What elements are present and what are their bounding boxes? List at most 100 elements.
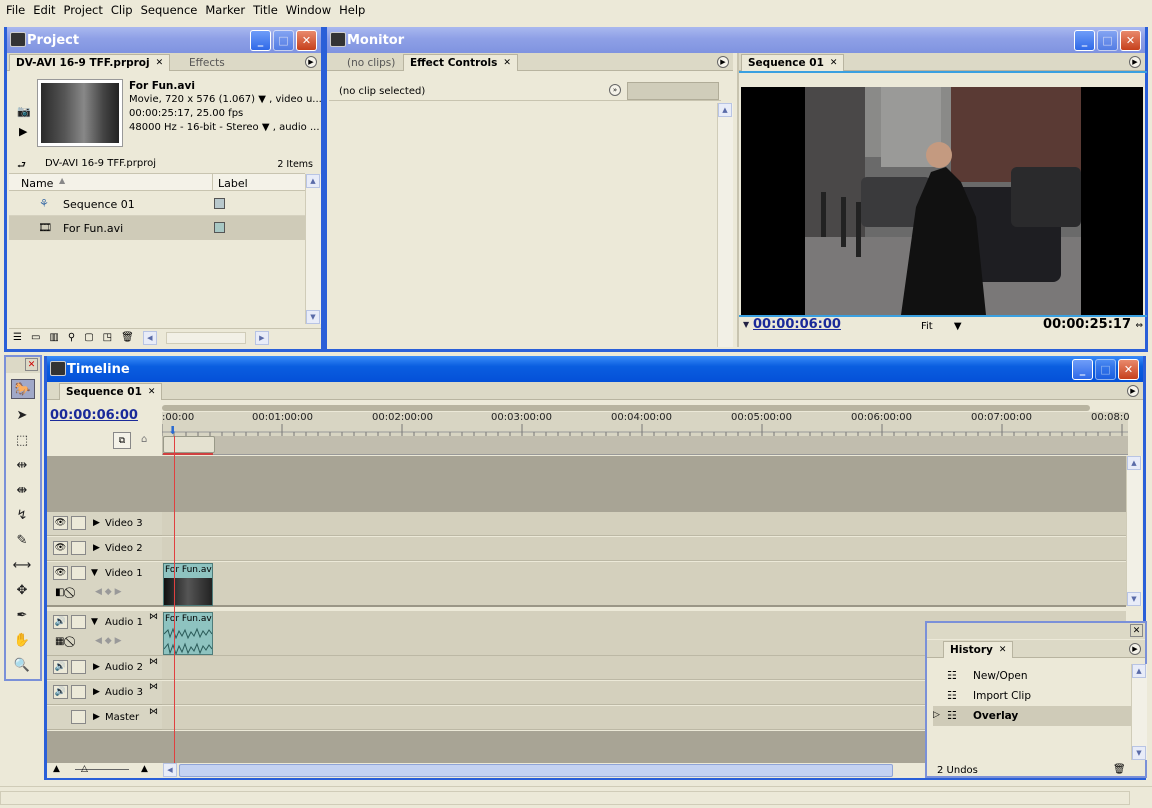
program-timecode[interactable]: 00:00:06:00 xyxy=(753,317,841,332)
zoom-slider-thumb[interactable]: △ xyxy=(81,764,88,774)
expand-icon[interactable]: ▶ xyxy=(93,662,100,672)
close-tab-icon[interactable]: ✕ xyxy=(148,387,156,397)
resize-icon[interactable]: ⇔ xyxy=(1135,321,1143,331)
close-icon[interactable]: ✕ xyxy=(25,358,38,371)
rate-stretch-tool-icon[interactable]: ↯ xyxy=(11,505,33,525)
menu-window[interactable]: Window xyxy=(284,3,337,17)
play-icon[interactable]: ▶ xyxy=(19,125,27,138)
set-marker-icon[interactable]: ⌂ xyxy=(141,434,147,445)
panel-menu-icon[interactable]: ▶ xyxy=(717,56,729,68)
track-row-video3[interactable] xyxy=(162,512,1126,536)
work-area-handle[interactable] xyxy=(163,436,215,453)
playhead-icon[interactable]: ⬇ xyxy=(168,424,177,437)
collapse-icon[interactable]: ▼ xyxy=(91,568,98,578)
list-item[interactable]: 🎞 For Fun.avi xyxy=(9,216,305,240)
display-style-icon[interactable]: ◧ xyxy=(55,587,64,598)
horizontal-scrollbar-thumb[interactable] xyxy=(179,764,893,777)
maximize-button[interactable]: □ xyxy=(273,30,294,51)
menu-marker[interactable]: Marker xyxy=(203,3,251,17)
close-tab-icon[interactable]: ✕ xyxy=(503,58,511,68)
scroll-up-icon[interactable]: ▲ xyxy=(306,174,320,188)
poster-frame-icon[interactable]: 📷 xyxy=(17,105,31,118)
speaker-icon[interactable]: 🔊 xyxy=(53,660,68,674)
scroll-right-icon[interactable]: ▶ xyxy=(254,330,269,345)
menu-clip[interactable]: Clip xyxy=(109,3,139,17)
expand-icon[interactable]: ▶ xyxy=(93,687,100,697)
close-button[interactable]: ✕ xyxy=(1118,359,1139,380)
eye-icon[interactable]: 👁 xyxy=(53,566,68,580)
hand-tool-icon[interactable]: ✋ xyxy=(11,630,33,650)
collapse-icon[interactable]: ▼ xyxy=(91,617,98,627)
lock-box[interactable] xyxy=(71,710,86,724)
keyframe-nav-icon[interactable]: ◀ ◆ ▶ xyxy=(95,636,122,646)
track-select-tool-icon[interactable]: ⬚ xyxy=(11,430,33,450)
scroll-up-icon[interactable]: ▲ xyxy=(1127,456,1141,470)
track-row-video2[interactable] xyxy=(162,537,1126,561)
col-name-header[interactable]: Name xyxy=(21,177,53,190)
panel-menu-icon[interactable]: ▶ xyxy=(1127,385,1139,397)
dropdown-icon[interactable]: ▼ xyxy=(262,122,270,133)
audio-clip[interactable]: For Fun.av xyxy=(163,612,213,655)
scroll-down-icon[interactable]: ▼ xyxy=(1132,746,1146,760)
lock-box[interactable] xyxy=(71,541,86,555)
minimize-button[interactable]: _ xyxy=(1074,30,1095,51)
close-icon[interactable]: ✕ xyxy=(1130,624,1143,637)
scroll-left-icon[interactable]: ◀ xyxy=(163,763,177,777)
tab-effects[interactable]: Effects xyxy=(183,54,231,71)
program-video-frame[interactable] xyxy=(741,87,1143,315)
history-item[interactable]: ☷ New/Open xyxy=(933,666,1133,686)
label-swatch[interactable] xyxy=(214,198,225,209)
close-tab-icon[interactable]: ✕ xyxy=(999,645,1007,655)
lock-box[interactable] xyxy=(71,660,86,674)
timeline-timecode[interactable]: 00:00:06:00 xyxy=(50,408,138,423)
close-button[interactable]: ✕ xyxy=(296,30,317,51)
scroll-down-icon[interactable]: ▼ xyxy=(1127,592,1141,606)
icon-view-icon[interactable]: ▭ xyxy=(31,332,40,343)
scroll-up-icon[interactable]: ▲ xyxy=(1132,664,1146,678)
menu-title[interactable]: Title xyxy=(251,3,284,17)
tab-project[interactable]: DV-AVI 16-9 TFF.prproj ✕ xyxy=(9,54,171,71)
find-icon[interactable]: ⚲ xyxy=(68,332,75,343)
vertical-scrollbar[interactable]: ▲ ▼ xyxy=(305,174,321,324)
new-bin-icon[interactable]: ▢ xyxy=(84,332,93,343)
zoom-in-icon[interactable]: ▲ xyxy=(141,764,148,774)
list-view-icon[interactable]: ☰ xyxy=(13,332,22,343)
tab-source[interactable]: (no clips) xyxy=(341,54,401,71)
tab-sequence-program[interactable]: Sequence 01 ✕ xyxy=(741,54,845,71)
zoom-tool-icon[interactable]: 🔍 xyxy=(11,655,33,675)
expand-icon[interactable]: ▶ xyxy=(93,712,100,722)
speaker-icon[interactable]: 🔊 xyxy=(53,685,68,699)
minimize-button[interactable]: _ xyxy=(250,30,271,51)
monitor-titlebar[interactable]: Monitor _ □ ✕ xyxy=(327,27,1145,53)
timeline-titlebar[interactable]: Timeline _ □ ✕ xyxy=(47,356,1143,382)
vertical-scrollbar[interactable]: ▲ xyxy=(717,103,733,347)
scroll-down-icon[interactable]: ▼ xyxy=(306,310,320,324)
selection-tool-icon[interactable]: ➤ xyxy=(11,405,33,425)
tab-sequence-timeline[interactable]: Sequence 01 ✕ xyxy=(59,383,163,400)
snap-icon[interactable]: ⧉ xyxy=(113,432,131,449)
tab-history[interactable]: History ✕ xyxy=(943,641,1014,658)
expand-icon[interactable]: ▶ xyxy=(93,518,100,528)
speaker-icon[interactable]: 🔊 xyxy=(53,615,68,629)
vertical-scrollbar[interactable]: ▲ ▼ xyxy=(1126,456,1142,606)
razor-tool-icon[interactable]: ✎ xyxy=(11,530,33,550)
zoom-out-icon[interactable]: ▲ xyxy=(53,764,60,774)
keyframe-nav-icon[interactable]: ◀ ◆ ▶ xyxy=(95,587,122,597)
dropdown-icon[interactable]: ▼ xyxy=(954,321,962,332)
maximize-button[interactable]: □ xyxy=(1097,30,1118,51)
mini-timeline[interactable] xyxy=(627,82,719,100)
close-tab-icon[interactable]: ✕ xyxy=(830,58,838,68)
waveform-display-icon[interactable]: ▦ xyxy=(55,636,64,647)
panel-menu-icon[interactable]: ▶ xyxy=(1129,643,1141,655)
trash-icon[interactable]: 🗑 xyxy=(1113,764,1126,775)
lock-box[interactable] xyxy=(71,516,86,530)
lock-box[interactable] xyxy=(71,566,86,580)
close-button[interactable]: ✕ xyxy=(1120,30,1141,51)
expand-icon[interactable]: ▶ xyxy=(93,543,100,553)
new-item-icon[interactable]: ◳ xyxy=(103,332,112,343)
list-item[interactable]: ⚘ Sequence 01 xyxy=(9,192,305,216)
zoom-select[interactable]: Fit ▼ xyxy=(921,321,962,332)
menu-sequence[interactable]: Sequence xyxy=(139,3,204,17)
dropdown-icon[interactable]: ▼ xyxy=(258,94,266,105)
eye-icon[interactable]: 👁 xyxy=(53,541,68,555)
